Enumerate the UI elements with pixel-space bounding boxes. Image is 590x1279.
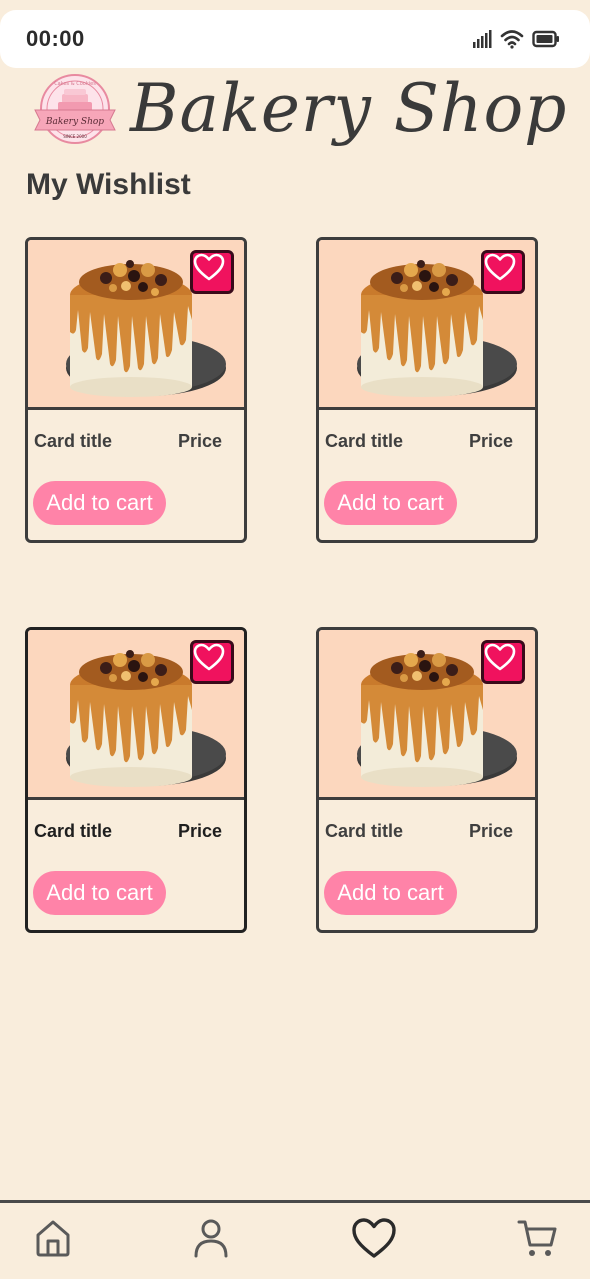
card-price: Price bbox=[177, 431, 222, 451]
status-icons bbox=[472, 29, 560, 49]
page-title: My Wishlist bbox=[26, 168, 191, 201]
bottom-nav bbox=[0, 1200, 590, 1279]
cart-icon bbox=[517, 1220, 557, 1256]
add-to-cart-button[interactable]: Add to cart bbox=[33, 871, 166, 915]
wishlist-heart-button[interactable] bbox=[190, 640, 234, 684]
product-image[interactable] bbox=[28, 630, 244, 800]
card-title: Card title bbox=[34, 431, 113, 451]
status-time: 00:00 bbox=[26, 26, 85, 51]
wishlist-card[interactable]: Card title Price Add to cart bbox=[25, 237, 247, 543]
brand-title: Bakery Shop bbox=[130, 70, 568, 147]
product-image[interactable] bbox=[319, 240, 535, 410]
card-title: Card title bbox=[34, 821, 113, 841]
wishlist-card[interactable]: Card title Price Add to cart bbox=[25, 627, 247, 933]
logo-since-text: SINCE 2000 bbox=[63, 134, 87, 139]
heart-icon bbox=[484, 643, 516, 671]
wishlist-card[interactable]: Card title Price Add to cart bbox=[316, 237, 538, 543]
nav-item-cart[interactable] bbox=[512, 1213, 562, 1263]
product-image[interactable] bbox=[319, 630, 535, 800]
heart-icon bbox=[484, 253, 516, 281]
card-title: Card title bbox=[325, 821, 404, 841]
wishlist-card[interactable]: Card title Price Add to cart bbox=[316, 627, 538, 933]
nav-item-wishlist[interactable] bbox=[349, 1213, 399, 1263]
heart-icon bbox=[193, 253, 225, 281]
add-to-cart-button[interactable]: Add to cart bbox=[33, 481, 166, 525]
product-image[interactable] bbox=[28, 240, 244, 410]
logo-top-text: Cakes & Cookies bbox=[54, 81, 96, 87]
wishlist-heart-button[interactable] bbox=[481, 640, 525, 684]
wishlist-heart-button[interactable] bbox=[481, 250, 525, 294]
heart-icon bbox=[193, 643, 225, 671]
status-bar: 00:00 bbox=[0, 10, 590, 68]
wishlist-heart-button[interactable] bbox=[190, 250, 234, 294]
wifi-icon bbox=[500, 30, 524, 49]
header: Bakery Shop SINCE 2000 Cakes & Cookies B… bbox=[32, 70, 566, 172]
add-to-cart-button[interactable]: Add to cart bbox=[324, 481, 457, 525]
card-price: Price bbox=[177, 821, 222, 841]
nav-item-profile[interactable] bbox=[186, 1213, 236, 1263]
nav-item-home[interactable] bbox=[28, 1213, 78, 1263]
logo-text: Bakery Shop bbox=[45, 117, 104, 127]
card-price: Price bbox=[468, 821, 513, 841]
battery-icon bbox=[532, 30, 559, 48]
home-icon bbox=[36, 1220, 70, 1257]
card-price: Price bbox=[468, 431, 513, 451]
signal-icon bbox=[473, 30, 492, 48]
heart-icon bbox=[352, 1218, 396, 1258]
profile-icon bbox=[194, 1219, 228, 1258]
add-to-cart-button[interactable]: Add to cart bbox=[324, 871, 457, 915]
bakery-logo[interactable]: Bakery Shop SINCE 2000 Cakes & Cookies bbox=[32, 72, 122, 147]
card-title: Card title bbox=[325, 431, 404, 451]
